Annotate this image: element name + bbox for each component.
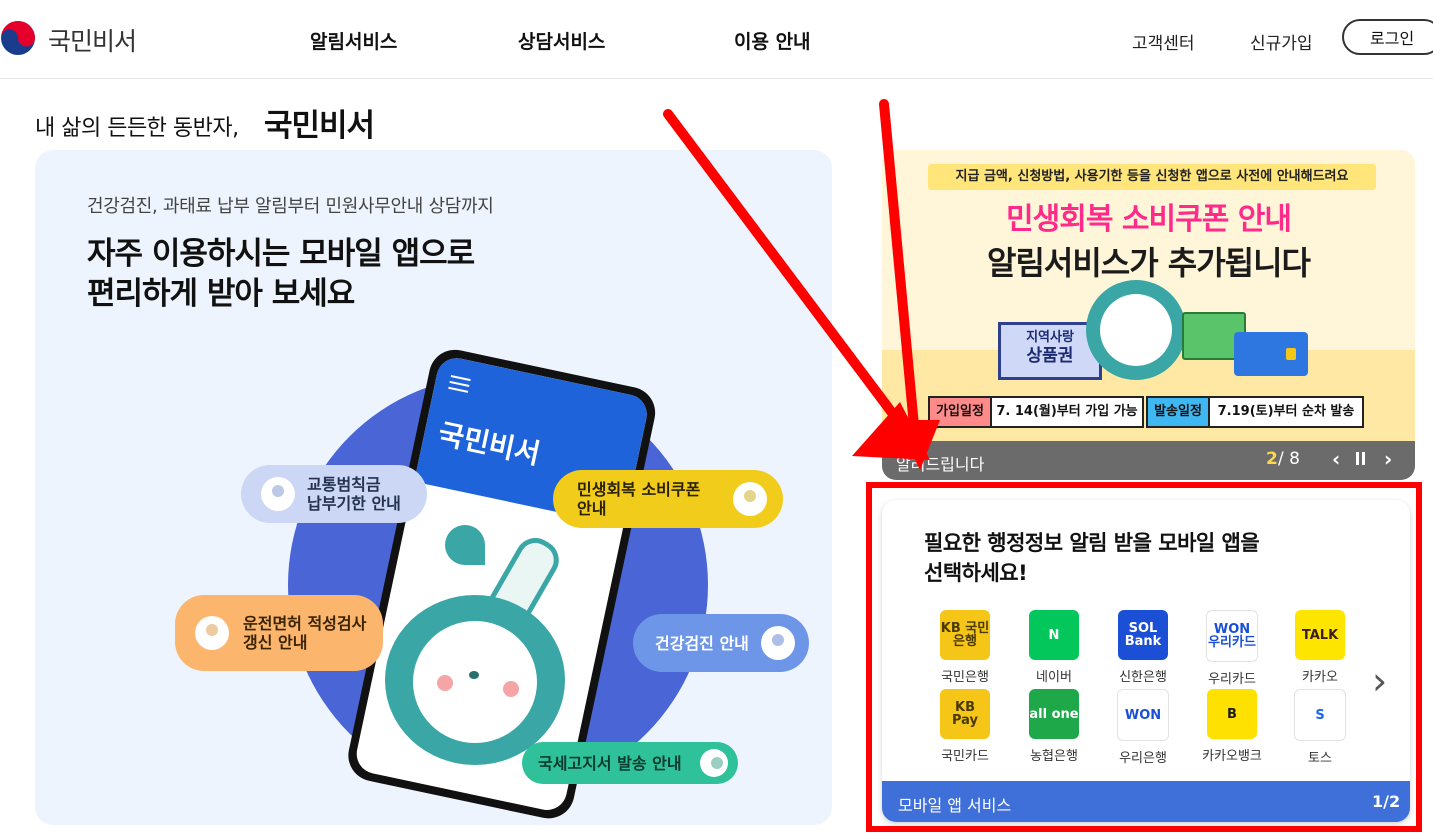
banner-rabbit-illustration — [1086, 280, 1186, 380]
prev-slide-icon[interactable]: ‹ — [1332, 447, 1340, 471]
bubble-license-renewal: 운전면허 적성검사 갱신 안내 — [175, 595, 383, 671]
top-header: 국민비서 알림서비스 상담서비스 이용 안내 고객센터 신규가입 로그인 — [0, 0, 1433, 79]
bubble-health-checkup: 건강검진 안내 — [633, 614, 809, 672]
hero-title-line2: 편리하게 받아 보세요 — [87, 276, 355, 312]
government-logo-icon[interactable] — [0, 18, 40, 58]
nav-notification-service[interactable]: 알림서비스 — [310, 27, 397, 54]
hero-subtitle: 건강검진, 과태료 납부 알림부터 민원사무안내 상담까지 — [87, 196, 494, 217]
hero-title: 자주 이용하시는 모바일 앱으로 편리하게 받아 보세요 — [87, 234, 475, 314]
join-schedule-value: 7. 14(월)부터 가입 가능 — [990, 396, 1144, 428]
bubble-traffic-fine: 교통범칙금 납부기한 안내 — [241, 465, 427, 523]
hero-title-line1: 자주 이용하시는 모바일 앱으로 — [87, 236, 475, 272]
user-avatar-icon — [195, 616, 229, 650]
user-avatar-icon — [261, 477, 295, 511]
bubble-tax-notice: 국세고지서 발송 안내 — [522, 742, 738, 784]
banner-page-total: / 8 — [1278, 449, 1300, 469]
nav-consultation-service[interactable]: 상담서비스 — [518, 27, 605, 54]
user-avatar-icon — [761, 626, 795, 660]
banner-headline-2: 알림서비스가 추가됩니다 — [987, 244, 1311, 282]
credit-card-illustration — [1234, 332, 1308, 376]
banner-top-ribbon: 지급 금액, 신청방법, 사용기한 등을 신청한 앱으로 사전에 안내해드려요 — [928, 164, 1376, 190]
banner-page-current: 2 — [1266, 449, 1278, 469]
user-avatar-icon — [700, 749, 728, 777]
customer-center-link[interactable]: 고객센터 — [1132, 29, 1195, 54]
next-slide-icon[interactable]: › — [1384, 447, 1392, 471]
signup-link[interactable]: 신규가입 — [1250, 29, 1313, 54]
banner-status-bar: 알려드립니다 2 / 8 ‹ › — [882, 441, 1415, 480]
nav-usage-guide[interactable]: 이용 안내 — [734, 27, 811, 54]
banner-bar-label: 알려드립니다 — [896, 455, 985, 474]
banner-headline-1: 민생회복 소비쿠폰 안내 — [1006, 202, 1292, 237]
highlight-frame — [866, 482, 1422, 832]
tagline-brand: 국민비서 — [264, 108, 375, 144]
send-schedule-label: 발송일정 — [1146, 396, 1210, 428]
bubble-consumption-coupon: 민생회복 소비쿠폰 안내 — [553, 470, 783, 528]
send-schedule-value: 7.19(토)부터 순차 발송 — [1208, 396, 1364, 428]
notice-banner[interactable]: 지급 금액, 신청방법, 사용기한 등을 신청한 앱으로 사전에 안내해드려요 … — [882, 150, 1415, 480]
user-avatar-icon — [733, 482, 767, 516]
logo-text[interactable]: 국민비서 — [48, 22, 137, 58]
pause-icon[interactable] — [1356, 452, 1359, 465]
tagline-text: 내 삶의 든든한 동반자, — [35, 116, 239, 141]
hero-panel: 건강검진, 과태료 납부 알림부터 민원사무안내 상담까지 자주 이용하시는 모… — [35, 150, 832, 825]
join-schedule-label: 가입일정 — [928, 396, 992, 428]
login-button[interactable]: 로그인 — [1342, 19, 1433, 55]
